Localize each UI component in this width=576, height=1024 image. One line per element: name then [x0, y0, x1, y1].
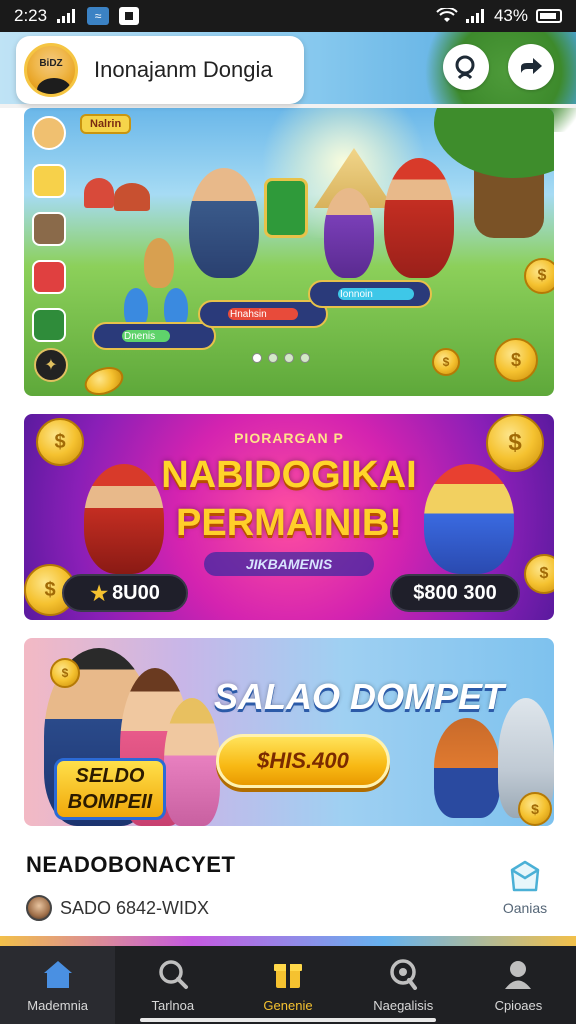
carousel-indicator: [252, 353, 310, 363]
home-indicator[interactable]: [140, 1018, 436, 1022]
nav-item-explore[interactable]: Naegalisis: [346, 946, 461, 1024]
wallet-badge: SELDO BOMPEII: [54, 758, 166, 820]
promo-left-value: 8U00: [112, 581, 160, 604]
carousel-dot[interactable]: [268, 353, 278, 363]
page-title: Inonajanm Dongia: [94, 57, 273, 82]
mushroom-illustration: [84, 178, 114, 208]
avatar[interactable]: BiDZ: [24, 43, 78, 97]
nav-item-search[interactable]: Tarlnoa: [115, 946, 230, 1024]
promo-title-line2: PERMAINIB!: [176, 502, 402, 544]
gold-coin-icon: $: [50, 658, 80, 688]
character-portrait-icon[interactable]: [32, 116, 66, 150]
nav-item-home[interactable]: Mademnia: [0, 946, 116, 1024]
search-icon: [390, 958, 418, 990]
carousel-dot[interactable]: [252, 353, 262, 363]
bottom-navigation: Mademnia Tarlnoa Genenie Naegalisis Cpio…: [0, 946, 576, 1024]
green-card-icon[interactable]: [32, 308, 66, 342]
bear-mascot-illustration: [434, 718, 500, 818]
battery-icon: [536, 9, 562, 23]
girl-illustration: [164, 698, 220, 826]
hero-badge: Nalrin: [80, 114, 132, 134]
carousel-dot[interactable]: [300, 353, 310, 363]
promo-left-value-button[interactable]: ★ 8U00: [62, 574, 188, 612]
nav-label: Tarlnoa: [151, 997, 195, 1013]
user-avatar[interactable]: [26, 895, 52, 921]
carousel-dot[interactable]: [284, 353, 294, 363]
gold-coin-icon: $: [432, 348, 460, 376]
wallet-balance-button[interactable]: $HIS.400: [216, 734, 390, 788]
share-arrow-icon: [521, 58, 542, 74]
next-banner-preview: [0, 936, 576, 946]
nav-label: Mademnia: [27, 997, 88, 1013]
promo-tag: JIKBAMENIS: [204, 552, 374, 576]
app-notification-icon: ≈: [87, 7, 110, 25]
health-bar-cyan: Ionnoin: [308, 280, 432, 308]
promo-title-line1: NABIDOGIKAI: [161, 454, 417, 496]
battery-percent: 43%: [493, 6, 528, 25]
section-title: NEADOBONACYET: [26, 852, 236, 877]
tree-leaves-illustration: [434, 108, 554, 178]
promo-banner[interactable]: $ $ $ $ PIORARGAN P NABIDOGIKAI PERMAINI…: [24, 414, 554, 620]
warrior-character: [189, 168, 259, 278]
gift-box-icon: [274, 963, 302, 988]
profile-header[interactable]: BiDZ Inonajanm Dongia: [16, 36, 304, 104]
share-button[interactable]: [508, 44, 554, 90]
nav-item-profile[interactable]: Cpioaes: [461, 946, 576, 1024]
promo-right-value: $800 300: [413, 581, 497, 604]
search-icon: [455, 55, 475, 80]
gift-label: Oanias: [502, 900, 548, 916]
profile-icon: [505, 960, 532, 989]
gold-coin-icon: $: [518, 792, 552, 826]
promo-right-value-button[interactable]: $800 300: [390, 574, 520, 612]
nav-label: Naegalisis: [373, 997, 434, 1013]
info-meta: SADO 6842-WIDX: [60, 897, 210, 918]
wallet-title: SALAO DOMPET: [214, 676, 505, 717]
signal-icon: [57, 9, 77, 23]
star-icon: ★: [90, 582, 109, 605]
hero-banner[interactable]: Nalrin Dnenis Hnahsin Ionnoin $ $ $ ✦: [24, 108, 554, 396]
purple-character: [324, 188, 374, 278]
nav-item-gift[interactable]: Genenie: [230, 946, 345, 1024]
red-card-icon[interactable]: [32, 260, 66, 294]
promo-subtitle: PIORARGAN P: [234, 430, 344, 446]
nav-label: Cpioaes: [494, 997, 543, 1013]
wifi-icon: [436, 8, 458, 22]
hero-side-menu: [32, 116, 68, 342]
nav-label: Genenie: [263, 997, 313, 1013]
search-icon: [159, 959, 188, 989]
red-character: [384, 158, 454, 278]
gold-coin-icon: $: [494, 338, 538, 382]
hero-avatar-icon[interactable]: [32, 164, 66, 198]
small-goblin-character: [144, 238, 174, 288]
search-button[interactable]: [443, 44, 489, 90]
app-notification-icon-2: [119, 7, 140, 25]
status-time: 2:23: [14, 6, 48, 25]
health-bar-green: Dnenis: [92, 322, 216, 350]
gift-button[interactable]: Oanias: [498, 858, 552, 916]
fighter-avatar-icon[interactable]: [32, 212, 66, 246]
info-row[interactable]: SADO 6842-WIDX: [26, 895, 209, 921]
gold-coin-icon: $: [524, 258, 554, 294]
home-icon: [43, 960, 72, 988]
cell-signal-icon: [465, 9, 486, 23]
game-logo-icon[interactable]: ✦: [34, 348, 68, 382]
gold-coin-icon: $: [524, 554, 554, 594]
gift-icon: [510, 860, 540, 892]
status-bar: 2:23 ≈ 43%: [0, 0, 576, 32]
green-gift-box-illustration: [264, 178, 308, 238]
mushroom-illustration-2: [114, 183, 150, 211]
gold-coin-icon: [80, 361, 128, 396]
health-bar-red: Hnahsin: [198, 300, 328, 328]
wallet-banner[interactable]: SELDO BOMPEII SALAO DOMPET $HIS.400 $ $: [24, 638, 554, 826]
